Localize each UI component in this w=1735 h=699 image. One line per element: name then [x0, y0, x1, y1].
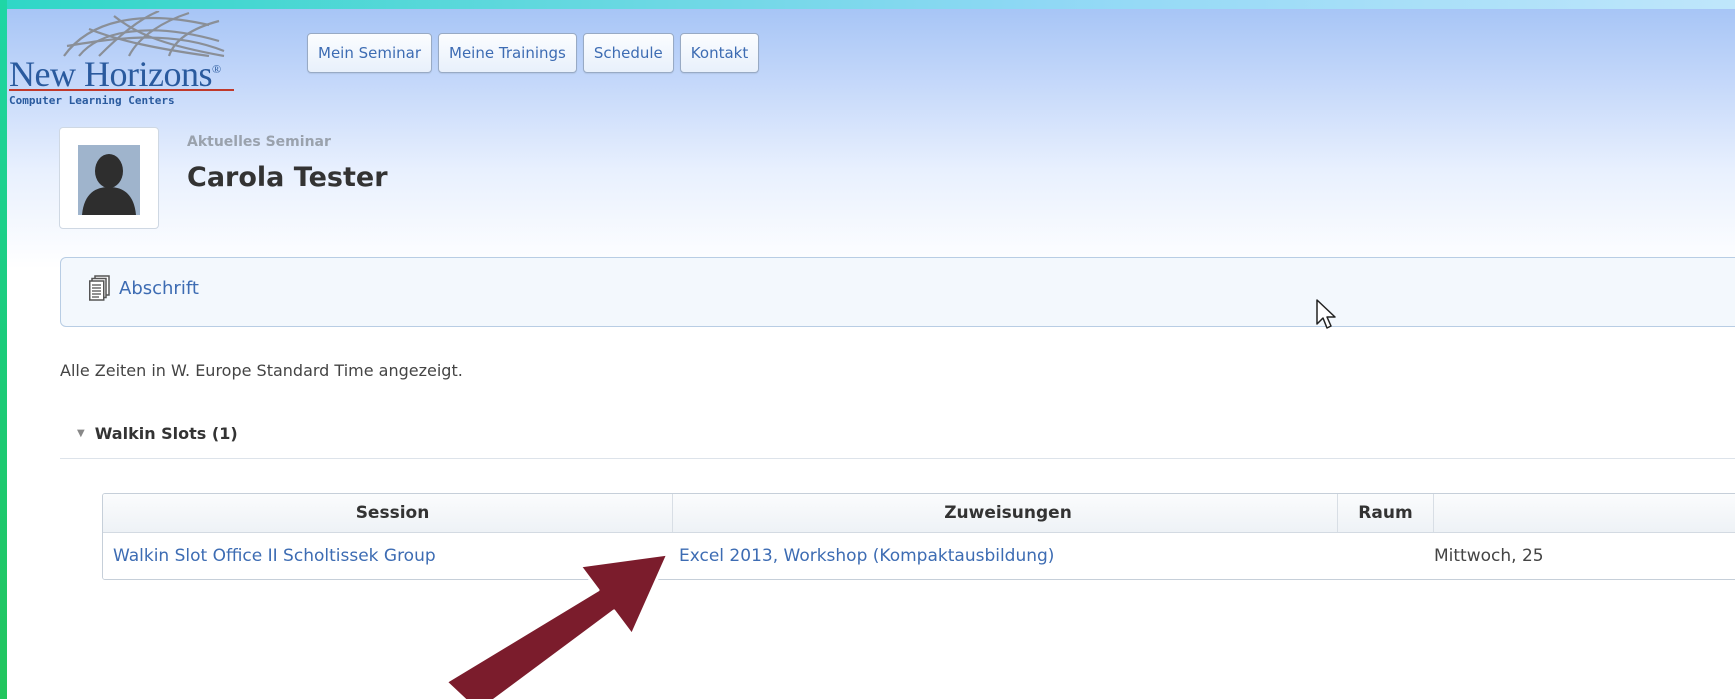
date-cell: Mittwoch, 25	[1434, 546, 1544, 566]
avatar	[59, 127, 159, 229]
nav-meine-trainings-button[interactable]: Meine Trainings	[438, 33, 577, 73]
assignment-link[interactable]: Excel 2013, Workshop (Kompaktausbildung)	[673, 533, 1338, 579]
walkin-slots-section-toggle[interactable]: ▼ Walkin Slots (1)	[77, 424, 238, 443]
column-header-raum[interactable]: Raum	[1338, 494, 1434, 532]
section-title: Walkin Slots (1)	[94, 424, 238, 443]
table-row: Walkin Slot Office II Scholtissek Group …	[103, 533, 1735, 579]
table-header-row: Session Zuweisungen Raum	[103, 494, 1735, 533]
mouse-pointer-icon	[1316, 299, 1336, 329]
transcript-link-label: Abschrift	[119, 277, 199, 299]
document-stack-icon	[89, 275, 110, 301]
nav-mein-seminar-button[interactable]: Mein Seminar	[307, 33, 433, 73]
logo-tagline: Computer Learning Centers	[9, 94, 175, 107]
new-horizons-logo[interactable]: New Horizons® Computer Learning Centers	[9, 11, 259, 113]
page-content: New Horizons® Computer Learning Centers …	[7, 9, 1735, 699]
column-header-session[interactable]: Session	[103, 494, 673, 532]
nav-schedule-button[interactable]: Schedule	[582, 33, 674, 73]
walkin-slots-table: Session Zuweisungen Raum Walkin Slot Off…	[102, 493, 1735, 580]
section-divider	[60, 458, 1735, 459]
column-header-date[interactable]	[1434, 494, 1735, 532]
transcript-panel: Abschrift	[60, 257, 1735, 327]
user-silhouette-icon	[78, 145, 140, 215]
window-frame-top	[0, 0, 1735, 9]
user-subtitle: Aktuelles Seminar	[187, 134, 331, 150]
column-header-zuweisungen[interactable]: Zuweisungen	[673, 494, 1338, 532]
logo-underline	[9, 89, 234, 91]
nav-kontakt-button[interactable]: Kontakt	[679, 33, 760, 73]
globe-logo-icon	[63, 11, 225, 57]
annotation-arrow-icon	[444, 552, 670, 699]
timezone-note: Alle Zeiten in W. Europe Standard Time a…	[60, 361, 463, 380]
main-navigation: Mein Seminar Meine Trainings Schedule Ko…	[307, 33, 760, 73]
room-cell	[1338, 533, 1434, 579]
window-frame-left	[0, 0, 7, 699]
triangle-down-icon: ▼	[77, 428, 85, 439]
transcript-link[interactable]: Abschrift	[89, 275, 199, 301]
user-name: Carola Tester	[187, 162, 388, 193]
